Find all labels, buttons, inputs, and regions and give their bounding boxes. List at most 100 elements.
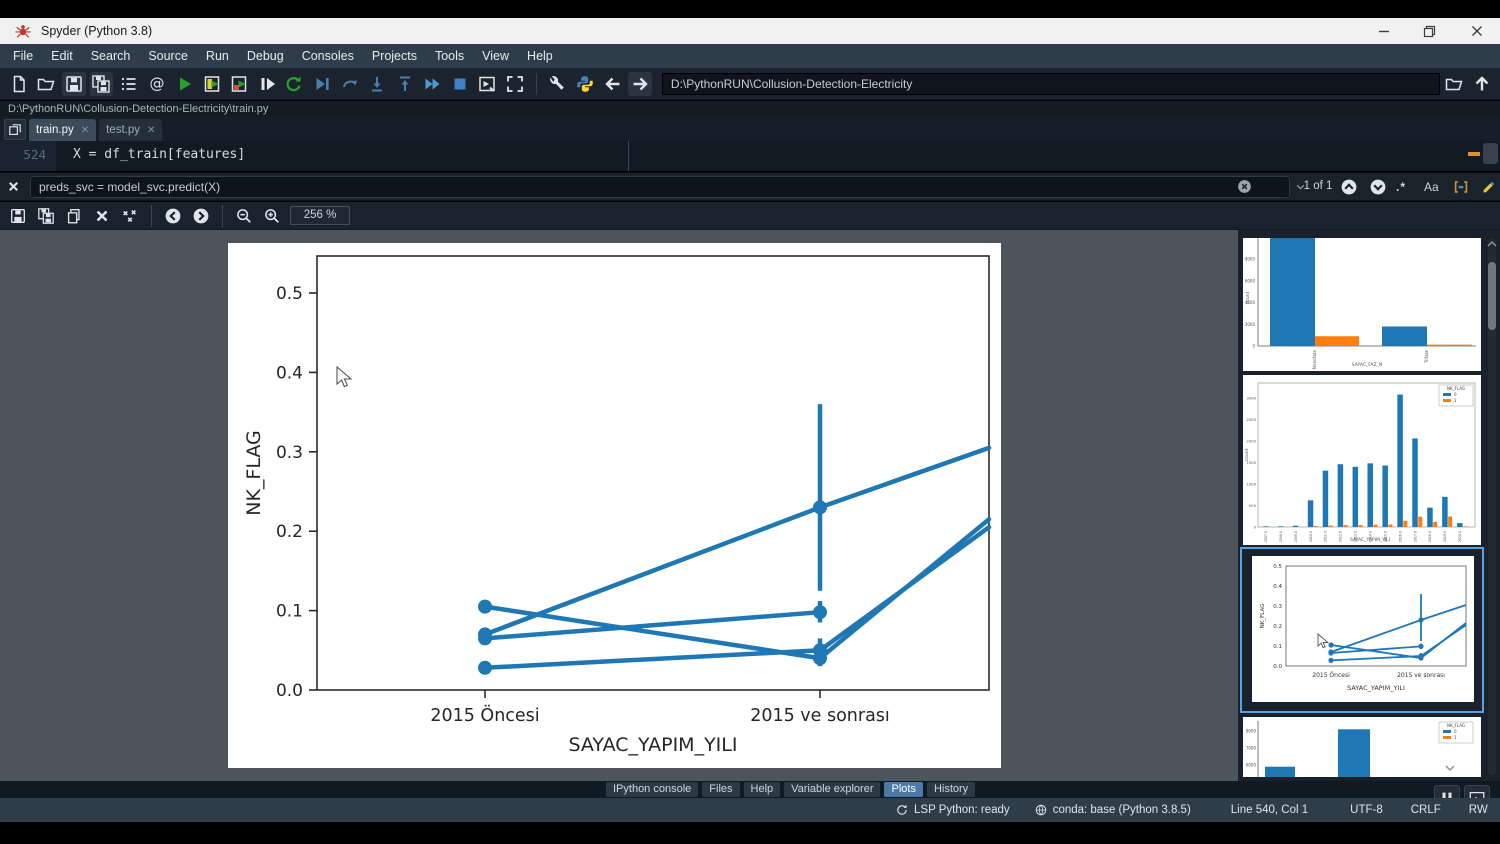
minimize-button[interactable] xyxy=(1361,18,1407,44)
svg-text:NK_FLAG: NK_FLAG xyxy=(1447,386,1465,391)
svg-text:2020.0: 2020.0 xyxy=(1458,531,1462,542)
svg-text:7000: 7000 xyxy=(1246,746,1257,751)
cursor-position[interactable]: Line 540, Col 1 xyxy=(1231,804,1308,816)
pane-tab-plots[interactable]: Plots xyxy=(884,782,923,797)
menu-projects[interactable]: Projects xyxy=(363,44,426,68)
replace-icon[interactable] xyxy=(1480,178,1498,196)
find-input[interactable] xyxy=(30,176,1290,198)
menu-run[interactable]: Run xyxy=(197,44,238,68)
tab-close-icon[interactable]: ✕ xyxy=(81,125,89,136)
open-file-button[interactable] xyxy=(35,72,59,96)
run-cell-button[interactable] xyxy=(200,72,224,96)
whole-words-toggle-icon[interactable] xyxy=(1452,178,1470,196)
step-over-button[interactable] xyxy=(338,72,362,96)
scroll-up-icon[interactable] xyxy=(1486,240,1498,248)
pane-tab-variable-explorer[interactable]: Variable explorer xyxy=(784,782,881,797)
regex-toggle[interactable]: .* xyxy=(1396,180,1406,194)
pane-tab-ipython-console[interactable]: IPython console xyxy=(606,782,699,797)
rerun-cell-button[interactable] xyxy=(283,72,307,96)
plot-thumbnail-3-figure[interactable]: 0.0 0.1 0.2 0.3 0.4 0.5 2015 Öncesi 2015 ve son… xyxy=(1252,556,1474,702)
svg-text:8000: 8000 xyxy=(1245,257,1256,262)
menu-consoles[interactable]: Consoles xyxy=(293,44,363,68)
find-next-icon[interactable] xyxy=(1369,178,1387,196)
stop-debugging-button[interactable] xyxy=(448,72,472,96)
editor-tab-test-py[interactable]: test.py ✕ xyxy=(99,119,163,141)
debug-file-button[interactable] xyxy=(310,72,334,96)
plot-thumbnail-3-selected[interactable]: 0.0 0.1 0.2 0.3 0.4 0.5 2015 Öncesi 2015 ve son… xyxy=(1240,547,1484,713)
browse-tabs-button[interactable] xyxy=(4,119,26,140)
new-file-button[interactable] xyxy=(7,72,31,96)
svg-text:2011.0: 2011.0 xyxy=(1324,531,1328,542)
remove-plot-button[interactable] xyxy=(90,204,114,228)
remove-all-plots-button[interactable] xyxy=(118,204,142,228)
main-plot-figure: 0.0 0.1 0.2 0.3 0.4 0.5 2015 Öncesi 2015 ve son… xyxy=(228,243,1001,768)
find-in-files-button[interactable]: @ xyxy=(145,72,169,96)
file-switcher-button[interactable] xyxy=(117,72,141,96)
zoom-level-input[interactable]: 256 % xyxy=(290,206,350,225)
find-close-icon[interactable] xyxy=(6,179,24,197)
svg-text:SAYAC_YAPIM_YILI: SAYAC_YAPIM_YILI xyxy=(1350,537,1390,543)
conda-environment[interactable]: conda: base (Python 3.8.5) xyxy=(1034,803,1191,817)
python-environment-button[interactable] xyxy=(573,72,597,96)
run-selection-button[interactable] xyxy=(255,72,279,96)
menu-help[interactable]: Help xyxy=(518,44,562,68)
menu-view[interactable]: View xyxy=(473,44,518,68)
step-into-button[interactable] xyxy=(365,72,389,96)
lsp-status-icon xyxy=(895,803,909,817)
svg-text:NK_FLAG: NK_FLAG xyxy=(243,430,265,516)
clear-search-icon[interactable] xyxy=(1236,178,1254,196)
run-cell-advance-button[interactable] xyxy=(228,72,252,96)
editor-scrollbar[interactable] xyxy=(1483,143,1498,164)
menu-file[interactable]: File xyxy=(4,44,42,68)
menu-debug[interactable]: Debug xyxy=(238,44,293,68)
plots-toolbar-buttons xyxy=(4,204,286,228)
working-directory-input[interactable] xyxy=(661,72,1440,95)
svg-text:2018.0: 2018.0 xyxy=(1428,531,1432,542)
save-plot-button[interactable] xyxy=(6,204,30,228)
zoom-in-button[interactable] xyxy=(260,204,284,228)
step-return-button[interactable] xyxy=(393,72,417,96)
thumbnails-scrollbar-thumb[interactable] xyxy=(1488,262,1496,330)
back-button[interactable] xyxy=(601,72,625,96)
eol-status[interactable]: CRLF xyxy=(1411,804,1441,816)
plot-thumbnail-1[interactable]: 0 2000 4000 6000 8000 Monofaze Trifaze SAYAC_FA… xyxy=(1243,238,1481,371)
maximize-pane-button[interactable] xyxy=(503,72,527,96)
save-all-plots-button[interactable] xyxy=(34,204,58,228)
encoding[interactable]: UTF-8 xyxy=(1350,804,1383,816)
save-all-button[interactable] xyxy=(89,71,114,96)
svg-text:2007.0: 2007.0 xyxy=(1264,531,1268,542)
tab-label: train.py xyxy=(36,124,74,136)
main-toolbar: @ xyxy=(0,68,1500,100)
find-previous-icon[interactable] xyxy=(1340,178,1358,196)
svg-text:2000: 2000 xyxy=(1245,322,1256,327)
editor-tab-train-py[interactable]: train.py ✕ xyxy=(29,119,97,141)
run-file-button[interactable] xyxy=(172,72,196,96)
zoom-out-button[interactable] xyxy=(232,204,256,228)
continue-execution-button[interactable] xyxy=(420,72,444,96)
menu-tools[interactable]: Tools xyxy=(426,44,473,68)
next-plot-button[interactable] xyxy=(189,204,213,228)
browse-working-directory-button[interactable] xyxy=(1442,72,1466,96)
tab-close-icon[interactable]: ✕ xyxy=(147,125,155,136)
menu-source[interactable]: Source xyxy=(139,44,197,68)
readwrite-status[interactable]: RW xyxy=(1469,804,1488,816)
copy-plot-button[interactable] xyxy=(62,204,86,228)
parent-directory-button[interactable] xyxy=(1470,72,1494,96)
menu-edit[interactable]: Edit xyxy=(42,44,82,68)
pane-tab-help[interactable]: Help xyxy=(743,782,781,797)
editor[interactable]: 524 X = df_train[features] xyxy=(0,141,1500,171)
menu-search[interactable]: Search xyxy=(82,44,140,68)
run-external-terminal-button[interactable] xyxy=(476,72,500,96)
previous-plot-button[interactable] xyxy=(161,204,185,228)
restore-button[interactable] xyxy=(1406,18,1452,44)
scroll-down-icon[interactable] xyxy=(1444,764,1456,772)
case-sensitive-toggle[interactable]: Aa xyxy=(1424,180,1439,194)
pane-tab-history[interactable]: History xyxy=(926,782,976,797)
lsp-status[interactable]: LSP Python: ready xyxy=(895,803,1010,817)
close-button[interactable] xyxy=(1454,18,1500,44)
forward-button[interactable] xyxy=(628,71,652,96)
plot-thumbnail-2[interactable]: 0 500 1000 1500 2000 2500 3000 2007.0 2008.0 2009… xyxy=(1243,375,1481,545)
save-file-button[interactable] xyxy=(62,71,86,96)
pane-tab-files[interactable]: Files xyxy=(702,782,740,797)
preferences-button[interactable] xyxy=(546,72,570,96)
